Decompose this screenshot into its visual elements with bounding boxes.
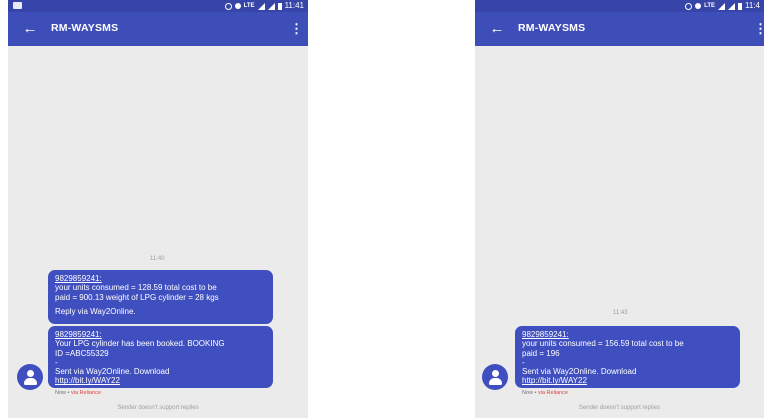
signal-icon-2	[728, 2, 736, 10]
status-bar: LTE 11:4	[475, 0, 764, 12]
message-time: Now	[522, 390, 534, 396]
message-line: your units consumed = 156.59 total cost …	[522, 339, 684, 349]
lte-icon: LTE	[704, 3, 716, 9]
message-line: -	[522, 357, 525, 367]
sender-number[interactable]: 9829859241:	[522, 330, 733, 339]
message-footer: Reply via Way2Online.	[55, 306, 136, 316]
battery-icon	[738, 2, 743, 10]
do-not-disturb-icon	[695, 3, 702, 9]
more-vertical-icon[interactable]: ⋮	[290, 20, 303, 38]
sender-number[interactable]: 9829859241:	[55, 274, 266, 283]
message-line: Your LPG cylinder has been booked. BOOKI…	[55, 339, 225, 349]
message-time: Now	[55, 390, 67, 396]
message-line: paid = 196	[522, 348, 560, 358]
reply-unsupported-note: Sender doesn't support replies	[578, 405, 661, 411]
message-line: Sent via Way2Online. Download	[522, 367, 637, 377]
back-arrow-icon[interactable]: ←	[20, 19, 40, 39]
status-bar: LTE 11:41	[8, 0, 308, 12]
carrier-label: via Reliance	[538, 390, 568, 396]
do-not-disturb-icon	[234, 3, 241, 9]
conversation-title: RM-WAYSMS	[518, 22, 586, 34]
person-icon[interactable]	[17, 364, 43, 390]
battery-icon	[277, 2, 282, 10]
more-vertical-icon[interactable]: ⋮	[754, 20, 764, 38]
message-bubble[interactable]: 9829859241: your units consumed = 128.59…	[48, 270, 273, 324]
status-icons: LTE 11:41	[224, 0, 304, 12]
lte-icon: LTE	[243, 3, 255, 9]
carrier-label: via Reliance	[71, 390, 101, 396]
message-line: your units consumed = 128.59 total cost …	[55, 283, 217, 293]
hotspot-icon	[685, 2, 693, 10]
message-line: ID =ABC55329	[55, 348, 109, 358]
sender-number[interactable]: 9829859241:	[55, 330, 266, 339]
message-line: -	[55, 357, 58, 367]
signal-icon-2	[267, 2, 275, 10]
message-timestamp: 11:40	[150, 256, 165, 262]
message-link[interactable]: http://bit.ly/WAY22	[522, 376, 733, 385]
image-notification-icon	[13, 2, 22, 9]
message-line: paid = 900.13 weight of LPG cylinder = 2…	[55, 292, 219, 302]
conversation-title: RM-WAYSMS	[51, 22, 119, 34]
person-icon[interactable]	[482, 364, 508, 390]
message-line: Sent via Way2Online. Download	[55, 367, 170, 377]
reply-unsupported-note: Sender doesn't support replies	[117, 405, 199, 411]
status-icons: LTE 11:4	[685, 0, 760, 12]
signal-icon	[718, 2, 726, 10]
phone-screen-left: LTE 11:41 ← RM-WAYSMS ⋮ 11:40 9829859241…	[8, 0, 308, 418]
app-bar: ← RM-WAYSMS ⋮	[8, 12, 308, 46]
message-timestamp: 11:43	[613, 310, 628, 316]
hotspot-icon	[224, 2, 232, 10]
message-meta: Now • via Reliance	[522, 390, 568, 396]
phone-screen-right: LTE 11:4 ← RM-WAYSMS ⋮ 11:43 9829859241:…	[475, 0, 764, 418]
back-arrow-icon[interactable]: ←	[487, 19, 507, 39]
message-bubble[interactable]: 9829859241: Your LPG cylinder has been b…	[48, 326, 273, 388]
message-meta: Now • via Reliance	[55, 390, 101, 396]
status-time: 11:4	[745, 1, 760, 10]
status-time: 11:41	[284, 1, 304, 10]
app-bar: ← RM-WAYSMS ⋮	[475, 12, 764, 46]
signal-icon	[257, 2, 265, 10]
message-link[interactable]: http://bit.ly/WAY22	[55, 376, 266, 385]
message-bubble[interactable]: 9829859241: your units consumed = 156.59…	[515, 326, 740, 388]
